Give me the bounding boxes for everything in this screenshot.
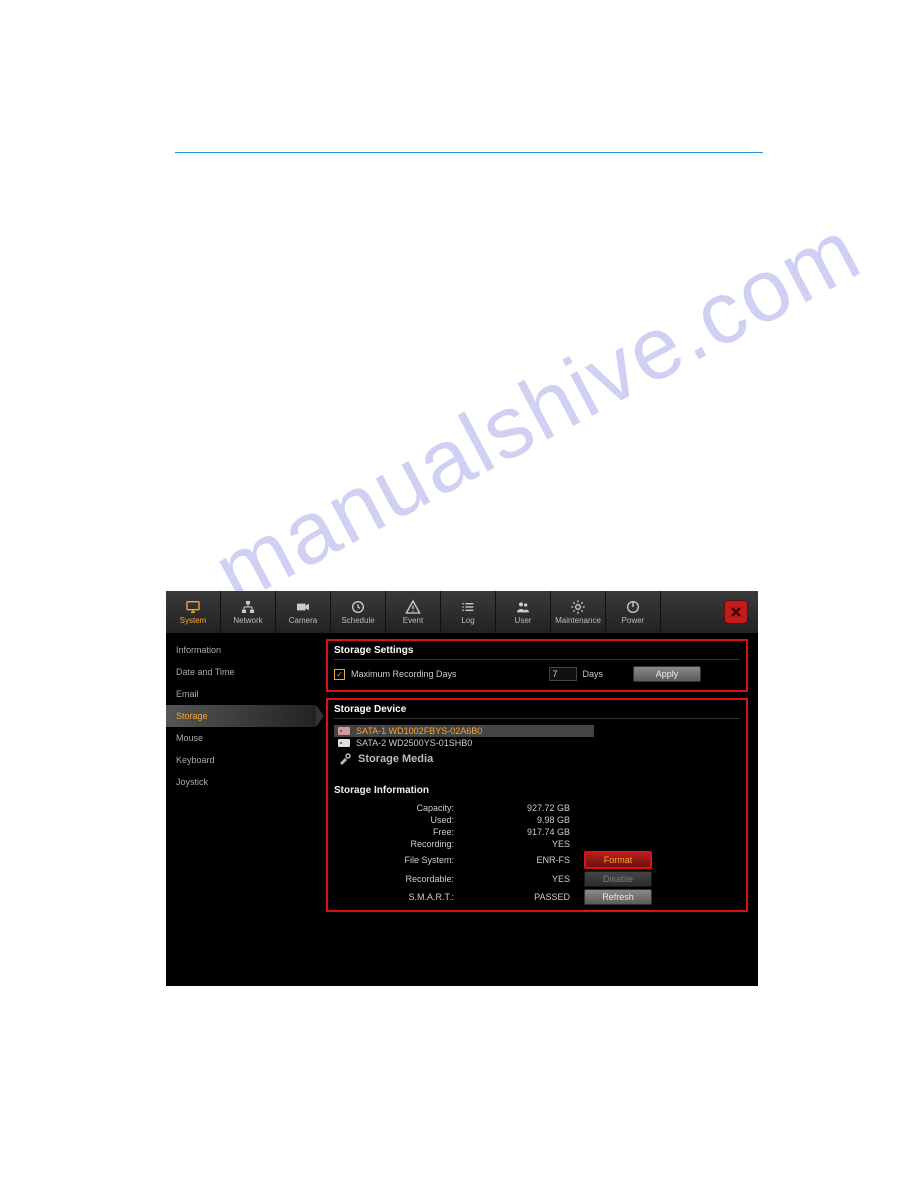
info-row-used: Used: 9.98 GB: [334, 814, 740, 826]
camera-icon: [294, 599, 312, 615]
info-value: PASSED: [464, 892, 584, 902]
nav-close-area: [661, 591, 758, 633]
nav-label: Camera: [289, 616, 317, 625]
storage-device-panel: Storage Device SATA-1 WD1002FBYS-02A6B0 …: [326, 698, 748, 912]
sidebar-item-datetime[interactable]: Date and Time: [166, 661, 316, 683]
max-days-checkbox[interactable]: ✓: [334, 669, 345, 680]
info-row-capacity: Capacity: 927.72 GB: [334, 802, 740, 814]
nav-event[interactable]: Event: [386, 591, 441, 633]
nav-label: Schedule: [341, 616, 374, 625]
info-label: Recordable:: [334, 874, 464, 884]
watermark-text: manualshive.com: [198, 198, 877, 624]
max-days-input[interactable]: [549, 667, 577, 681]
nav-network[interactable]: Network: [221, 591, 276, 633]
days-unit: Days: [583, 669, 604, 679]
info-value: 917.74 GB: [464, 827, 584, 837]
storage-info-title: Storage Information: [334, 785, 740, 796]
power-icon: [624, 599, 642, 615]
info-row-recordable: Recordable: YES Disable: [334, 870, 740, 888]
info-row-recording: Recording: YES: [334, 838, 740, 850]
apply-button[interactable]: Apply: [633, 666, 701, 682]
info-label: Free:: [334, 827, 464, 837]
top-nav: System Network Camera Schedule Event Log…: [166, 591, 758, 633]
info-value: ENR-FS: [464, 855, 584, 865]
network-icon: [239, 599, 257, 615]
sidebar-item-joystick[interactable]: Joystick: [166, 771, 316, 793]
nav-label: User: [515, 616, 532, 625]
sidebar-item-keyboard[interactable]: Keyboard: [166, 749, 316, 771]
info-value: YES: [464, 839, 584, 849]
page-divider: [175, 152, 763, 153]
info-label: Recording:: [334, 839, 464, 849]
main-content: Storage Settings ✓ Maximum Recording Day…: [316, 633, 758, 986]
disable-button[interactable]: Disable: [584, 871, 652, 887]
storage-media-row[interactable]: Storage Media: [334, 751, 740, 767]
nav-camera[interactable]: Camera: [276, 591, 331, 633]
monitor-icon: [184, 599, 202, 615]
sidebar-item-information[interactable]: Information: [166, 639, 316, 661]
sidebar: Information Date and Time Email Storage …: [166, 633, 316, 986]
device-label: SATA-2 WD2500YS-01SHB0: [356, 738, 472, 748]
panel-title: Storage Device: [334, 704, 740, 719]
info-value: 927.72 GB: [464, 803, 584, 813]
format-button[interactable]: Format: [584, 851, 652, 869]
hdd-icon: [338, 726, 350, 736]
info-label: File System:: [334, 855, 464, 865]
nav-system[interactable]: System: [166, 591, 221, 633]
nav-label: Maintenance: [555, 616, 601, 625]
info-label: Capacity:: [334, 803, 464, 813]
sidebar-item-email[interactable]: Email: [166, 683, 316, 705]
refresh-button[interactable]: Refresh: [584, 889, 652, 905]
nav-label: Network: [233, 616, 262, 625]
nav-label: Log: [461, 616, 474, 625]
info-label: Used:: [334, 815, 464, 825]
device-row[interactable]: SATA-1 WD1002FBYS-02A6B0: [334, 725, 594, 737]
nav-maintenance[interactable]: Maintenance: [551, 591, 606, 633]
info-value: 9.98 GB: [464, 815, 584, 825]
list-icon: [459, 599, 477, 615]
sidebar-item-mouse[interactable]: Mouse: [166, 727, 316, 749]
info-row-smart: S.M.A.R.T.: PASSED Refresh: [334, 888, 740, 906]
nav-schedule[interactable]: Schedule: [331, 591, 386, 633]
settings-window: System Network Camera Schedule Event Log…: [166, 591, 758, 986]
device-row[interactable]: SATA-2 WD2500YS-01SHB0: [334, 737, 740, 749]
storage-media-label: Storage Media: [358, 753, 433, 765]
nav-power[interactable]: Power: [606, 591, 661, 633]
users-icon: [514, 599, 532, 615]
info-row-filesystem: File System: ENR-FS Format: [334, 850, 740, 870]
nav-label: Event: [403, 616, 423, 625]
close-button[interactable]: [724, 600, 748, 624]
hdd-icon: [338, 738, 350, 748]
nav-log[interactable]: Log: [441, 591, 496, 633]
nav-label: Power: [622, 616, 645, 625]
alert-icon: [404, 599, 422, 615]
info-label: S.M.A.R.T.:: [334, 892, 464, 902]
storage-settings-panel: Storage Settings ✓ Maximum Recording Day…: [326, 639, 748, 692]
info-value: YES: [464, 874, 584, 884]
clock-icon: [349, 599, 367, 615]
nav-user[interactable]: User: [496, 591, 551, 633]
nav-label: System: [180, 616, 207, 625]
sidebar-item-storage[interactable]: Storage: [166, 705, 316, 727]
info-row-free: Free: 917.74 GB: [334, 826, 740, 838]
close-icon: [730, 606, 742, 618]
device-label: SATA-1 WD1002FBYS-02A6B0: [356, 726, 482, 736]
tool-icon: [338, 753, 352, 765]
max-days-label: Maximum Recording Days: [351, 669, 457, 679]
gear-icon: [569, 599, 587, 615]
panel-title: Storage Settings: [334, 645, 740, 660]
